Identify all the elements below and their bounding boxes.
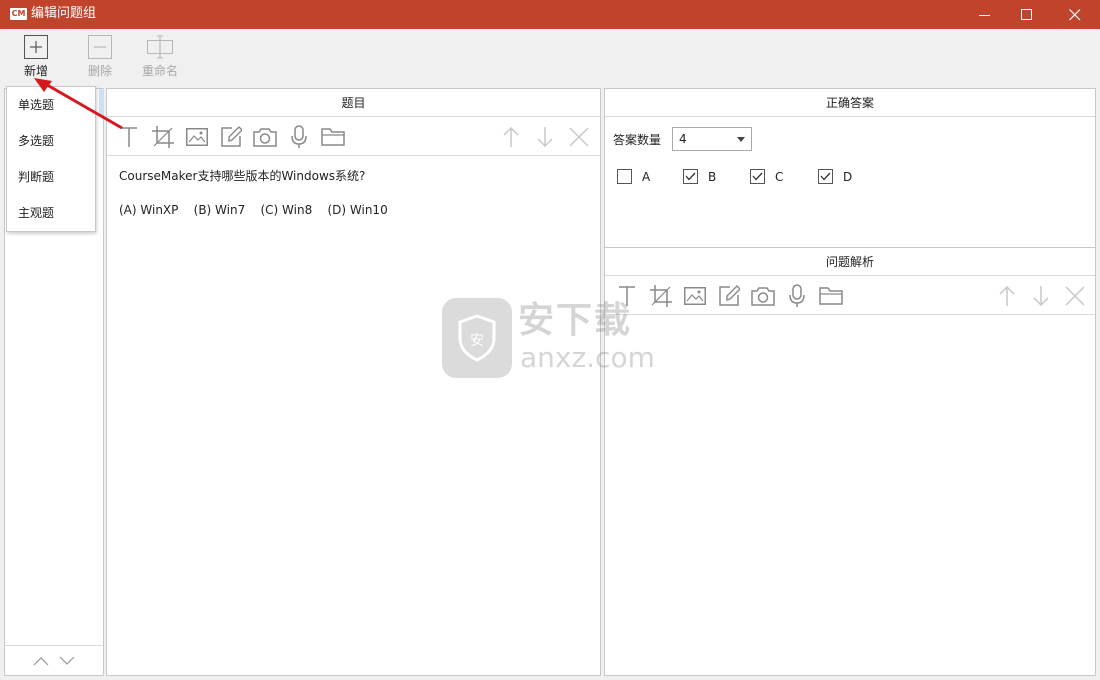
- delete-button[interactable]: 删除: [70, 35, 130, 78]
- answer-panel: 正确答案 答案数量 4 A B C D: [604, 88, 1096, 248]
- app-logo: CM: [10, 8, 27, 20]
- camera-tool-button[interactable]: [751, 284, 775, 308]
- image-tool-button[interactable]: [185, 125, 209, 149]
- folder-icon: [321, 128, 345, 146]
- minimize-button[interactable]: [962, 0, 1008, 29]
- answer-count-value: 4: [679, 132, 687, 146]
- answer-choice-b[interactable]: B: [683, 169, 716, 184]
- microphone-icon: [789, 284, 805, 307]
- rename-icon: [147, 35, 173, 59]
- pen-tool-button[interactable]: [717, 284, 741, 308]
- checkbox-d[interactable]: [818, 169, 833, 184]
- microphone-icon: [291, 125, 307, 148]
- window-title: 编辑问题组: [31, 6, 97, 21]
- crop-icon: [650, 285, 672, 307]
- answer-choice-label: D: [843, 169, 853, 184]
- checkbox-a[interactable]: [617, 169, 632, 184]
- question-editor[interactable]: CourseMaker支持哪些版本的Windows系统? (A) WinXP (…: [107, 157, 600, 675]
- arrow-up-icon: [503, 126, 519, 147]
- pen-icon: [221, 126, 242, 147]
- chevron-up-icon[interactable]: [33, 656, 49, 666]
- answer-choice-label: C: [775, 169, 784, 184]
- check-icon: [752, 172, 763, 181]
- rename-button[interactable]: 重命名: [130, 35, 190, 78]
- crop-tool-button[interactable]: [649, 284, 673, 308]
- microphone-tool-button[interactable]: [785, 284, 809, 308]
- minus-icon: [88, 35, 112, 59]
- list-footer: [5, 645, 103, 675]
- move-down-button[interactable]: [1029, 284, 1053, 308]
- question-panel: 题目 CourseMaker支持哪些版本的Windows系统? (A) WinX…: [106, 88, 601, 676]
- maximize-icon: [1021, 8, 1032, 20]
- chevron-down-icon[interactable]: [59, 656, 75, 666]
- question-options[interactable]: (A) WinXP (B) Win7 (C) Win8 (D) Win10: [119, 202, 388, 218]
- menu-item-subjective[interactable]: 主观题: [7, 195, 95, 231]
- microphone-tool-button[interactable]: [287, 125, 311, 149]
- text-tool-button[interactable]: [615, 284, 639, 308]
- folder-tool-button[interactable]: [819, 284, 843, 308]
- toolbar: 新增 删除 重命名: [0, 29, 1100, 87]
- folder-tool-button[interactable]: [321, 125, 345, 149]
- camera-icon: [253, 128, 277, 147]
- answer-count-row: 答案数量 4: [613, 127, 753, 151]
- check-icon: [820, 172, 831, 181]
- analysis-panel: 问题解析: [604, 247, 1096, 676]
- question-toolbar: [107, 117, 600, 156]
- close-icon: [569, 127, 589, 147]
- arrow-up-icon: [999, 285, 1015, 306]
- minimize-icon: [979, 14, 990, 16]
- answer-choice-c[interactable]: C: [750, 169, 783, 184]
- remove-item-button[interactable]: [567, 125, 591, 149]
- answer-count-select[interactable]: 4: [672, 127, 753, 151]
- add-button-label: 新增: [23, 64, 48, 78]
- maximize-button[interactable]: [1004, 0, 1050, 29]
- analysis-editor[interactable]: [605, 316, 1095, 675]
- camera-icon: [751, 287, 775, 306]
- crop-tool-button[interactable]: [151, 125, 175, 149]
- question-panel-title: 题目: [107, 89, 600, 117]
- annotation-arrow: [34, 78, 123, 130]
- analysis-toolbar: [605, 276, 1095, 315]
- folder-icon: [819, 287, 843, 305]
- image-tool-button[interactable]: [683, 284, 707, 308]
- move-up-button[interactable]: [499, 125, 523, 149]
- close-icon: [1069, 8, 1081, 20]
- crop-icon: [152, 126, 174, 148]
- move-up-button[interactable]: [995, 284, 1019, 308]
- answer-choice-d[interactable]: D: [818, 169, 852, 184]
- remove-item-button[interactable]: [1063, 284, 1087, 308]
- arrow-down-icon: [1033, 286, 1049, 307]
- image-icon: [684, 287, 706, 305]
- pen-icon: [719, 285, 740, 306]
- answer-panel-title: 正确答案: [605, 89, 1095, 117]
- window-close-button[interactable]: [1052, 0, 1098, 29]
- answer-choice-a[interactable]: A: [617, 169, 650, 184]
- camera-tool-button[interactable]: [253, 125, 277, 149]
- question-text[interactable]: CourseMaker支持哪些版本的Windows系统?: [119, 168, 365, 184]
- pen-tool-button[interactable]: [219, 125, 243, 149]
- answer-choice-label: B: [708, 169, 717, 184]
- analysis-panel-title: 问题解析: [605, 248, 1095, 276]
- checkbox-b[interactable]: [683, 169, 698, 184]
- move-down-button[interactable]: [533, 125, 557, 149]
- answer-count-label: 答案数量: [613, 132, 662, 147]
- arrow-down-icon: [537, 127, 553, 148]
- close-icon: [1065, 286, 1085, 306]
- check-icon: [685, 172, 696, 181]
- text-icon: [619, 286, 635, 306]
- plus-icon: [24, 35, 48, 59]
- dropdown-arrow-icon: [737, 137, 746, 142]
- add-button[interactable]: 新增: [6, 35, 66, 78]
- checkbox-c[interactable]: [750, 169, 765, 184]
- title-bar: CM 编辑问题组: [0, 0, 1100, 29]
- menu-item-true-false[interactable]: 判断题: [7, 159, 95, 195]
- image-icon: [186, 128, 208, 146]
- rename-button-label: 重命名: [141, 64, 178, 78]
- answer-choice-label: A: [642, 169, 651, 184]
- delete-button-label: 删除: [87, 64, 112, 78]
